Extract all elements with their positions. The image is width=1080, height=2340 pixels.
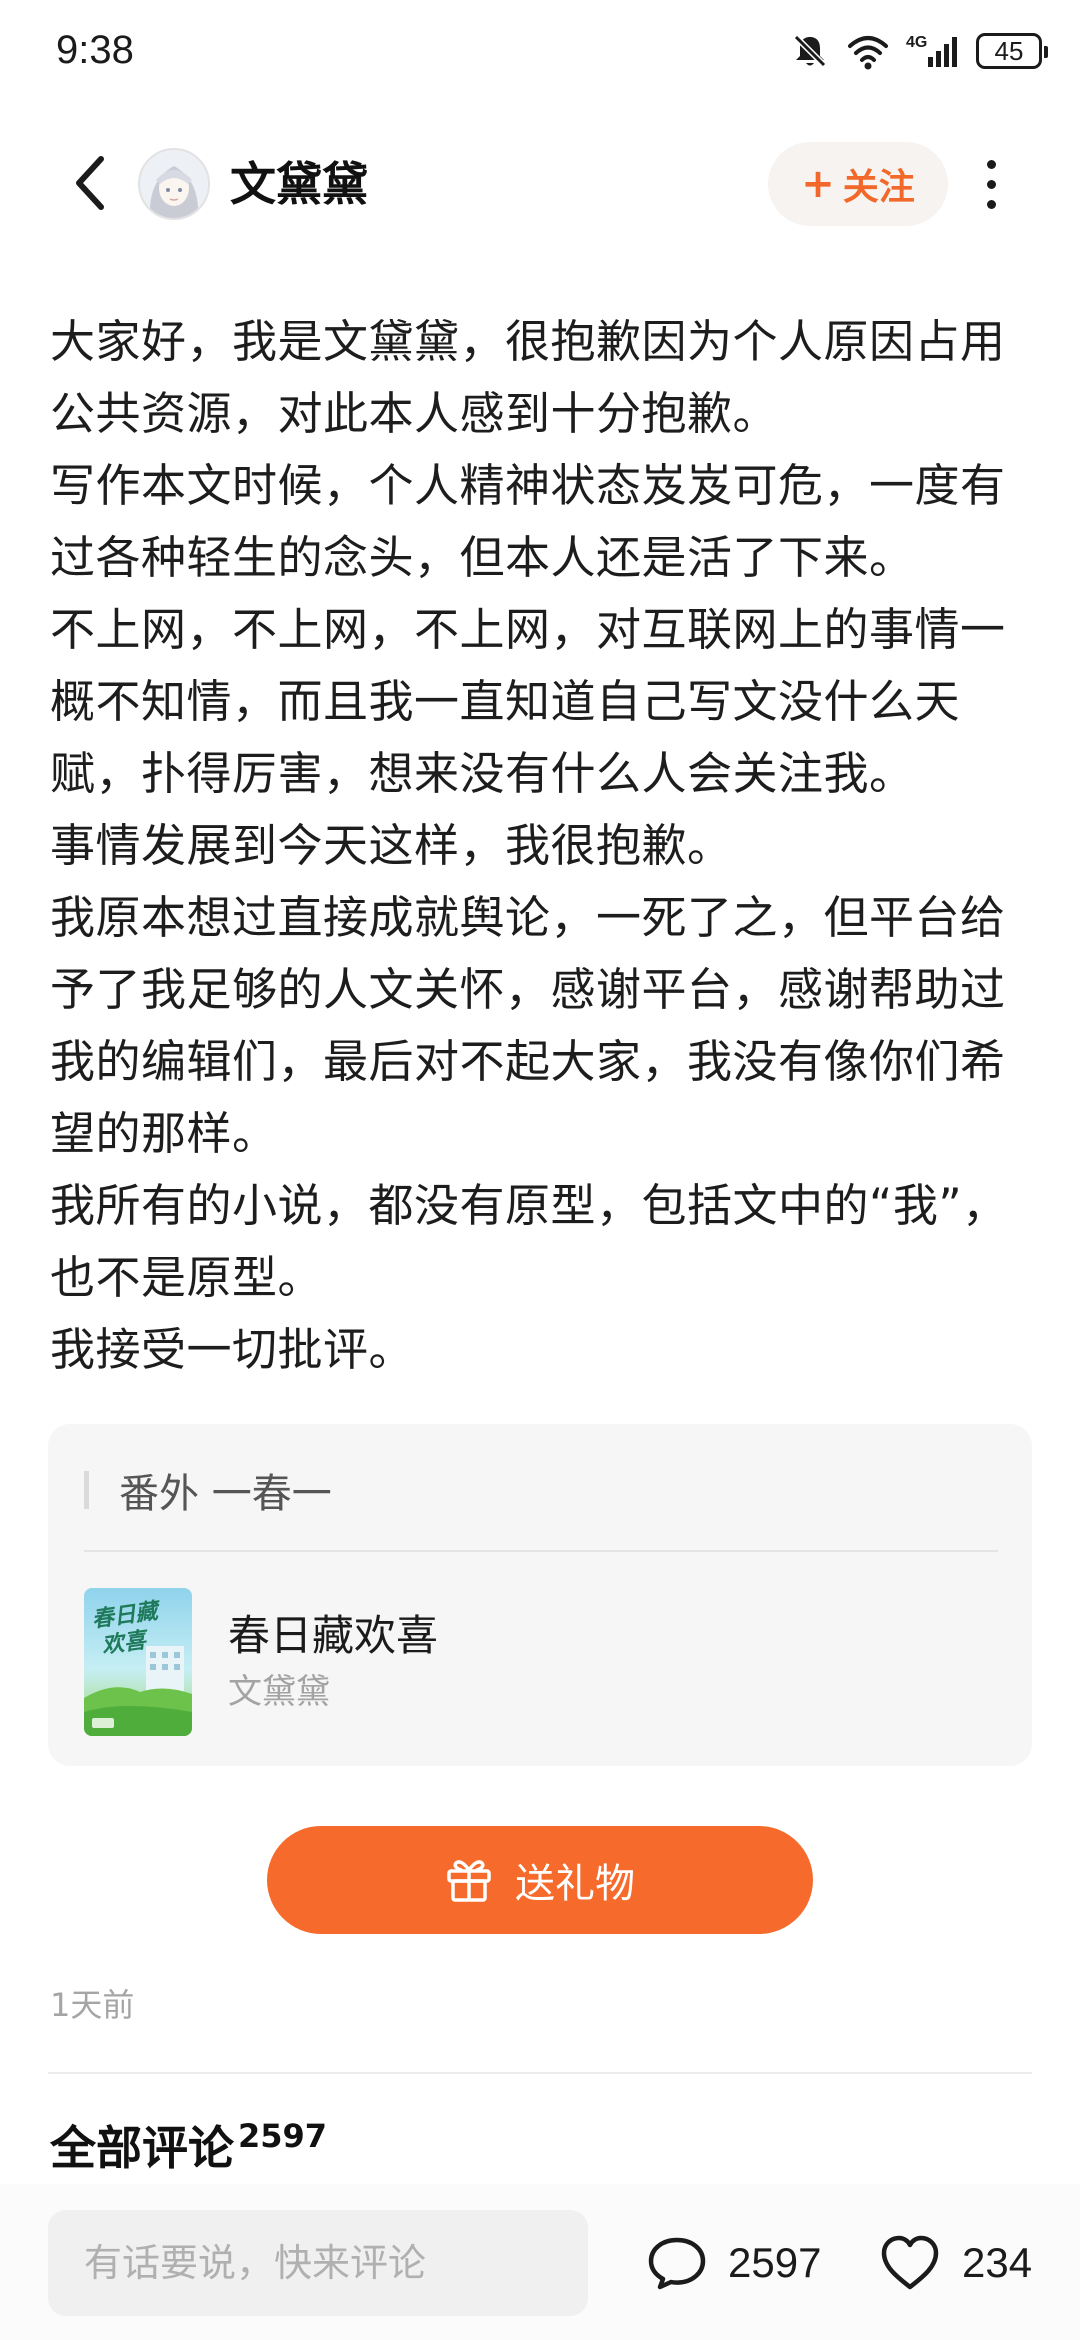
follow-plus-icon: + [801,161,835,207]
comment-count: 2597 [728,2239,822,2286]
avatar[interactable] [138,148,210,220]
article-paragraph: 写作本文时候，个人精神状态岌岌可危，一度有过各种轻生的念头，但本人还是活了下来。 [50,459,1006,584]
card-divider [84,1550,998,1552]
heart-icon [881,2235,939,2290]
battery-icon: 45 [976,33,1048,69]
bell-muted-icon [793,34,827,68]
article-paragraph: 我所有的小说，都没有原型，包括文中的“我”，也不是原型。 [50,1179,1008,1304]
send-gift-label: 送礼物 [515,1861,635,1907]
send-gift-button[interactable]: 送礼物 [267,1826,813,1934]
signal-icon: 4G [906,34,957,67]
section-divider [48,2072,1032,2074]
like-count: 234 [962,2239,1033,2286]
comment-input[interactable] [48,2210,588,2316]
chapter-bar [84,1471,89,1509]
comments-button[interactable]: 2597 [646,2226,821,2300]
article-body: 大家好，我是文黛黛，很抱歉因为个人原因占用公共资源，对此本人感到十分抱歉。 写作… [50,306,1040,1386]
chapter-title: 番外 一春一 [119,1471,332,1517]
status-bar: 9:38 4G 45 [0,0,1080,105]
header: 文黛黛 + 关注 [0,128,1080,240]
post-time: 1天前 [50,1986,135,2024]
like-button[interactable]: 234 [878,2226,1032,2300]
book-cover[interactable]: 春日藏 欢喜 [84,1588,192,1736]
status-icons: 4G 45 [790,28,1048,74]
book-cover-image: 春日藏 欢喜 [84,1588,192,1736]
comment-bubble-icon [648,2237,706,2290]
book-card[interactable]: 番外 一春一 春日藏 欢喜 春日藏欢喜 文黛黛 [48,1424,1032,1766]
article-paragraph: 不上网，不上网，不上网，对互联网上的事情一概不知情，而且我一直知道自己写文没什么… [50,603,1006,800]
back-button[interactable] [60,153,120,213]
status-time: 9:38 [56,28,134,72]
avatar-image [140,150,208,218]
more-vertical-icon-dot [986,179,996,189]
more-options-button[interactable] [966,148,1016,220]
wifi-icon [848,36,888,70]
back-arrow-icon [76,156,104,210]
follow-label: 关注 [842,167,915,208]
article-paragraph: 我原本想过直接成就舆论，一死了之，但平台给予了我足够的人文关怀，感谢平台，感谢帮… [50,891,1006,1160]
article-paragraph: 我接受一切批评。 [50,1323,415,1376]
book-title[interactable]: 春日藏欢喜 [228,1602,438,1663]
follow-button[interactable]: + 关注 [768,142,948,226]
more-vertical-icon [986,159,996,169]
network-type: 4G [906,34,927,51]
book-author: 文黛黛 [228,1672,330,1712]
article-paragraph: 事情发展到今天这样，我很抱歉。 [50,819,733,872]
comments-heading: 全部评论 2597 [50,2118,327,2178]
gift-icon [447,1860,491,1902]
comments-title: 全部评论 [50,2121,234,2175]
bottom-bar: 2597 234 [0,2184,1080,2340]
chapter-row[interactable]: 番外 一春一 [84,1464,332,1517]
comments-count: 2597 [238,2117,328,2155]
author-name[interactable]: 文黛黛 [230,152,368,216]
article-paragraph: 大家好，我是文黛黛，很抱歉因为个人原因占用公共资源，对此本人感到十分抱歉。 [50,315,1006,440]
more-vertical-icon-dot [986,199,996,209]
